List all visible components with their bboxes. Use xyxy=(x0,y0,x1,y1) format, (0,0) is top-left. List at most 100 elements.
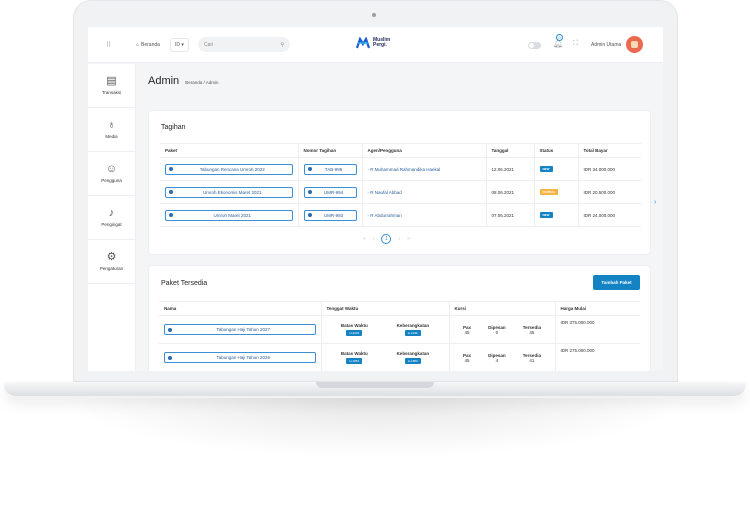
departure-cell: Keberangkatan H-1853 xyxy=(396,351,430,364)
paket-link[interactable]: Umroh Ekonomis Maret 2021 xyxy=(165,186,293,198)
invoice-link[interactable]: UMR-993 xyxy=(303,209,357,221)
avatar[interactable] xyxy=(626,36,643,53)
deadline-tag: H-1851 xyxy=(346,358,363,364)
col-header: Nama xyxy=(159,301,322,316)
notification-badge: 0 xyxy=(556,34,563,41)
paket-title: Paket Tersedia xyxy=(161,280,208,287)
page-last-button[interactable]: » xyxy=(407,236,410,242)
pax-value: 45 xyxy=(464,357,470,363)
theme-toggle[interactable] xyxy=(528,42,541,49)
sidebar-item-label: Media xyxy=(105,134,118,139)
paket-link[interactable]: Tabungan Rencana Umroh 2022 xyxy=(165,163,293,175)
receipt-icon: ▤ xyxy=(106,75,117,87)
invoice-link[interactable]: UMR-994 xyxy=(303,186,357,198)
deadline-cell: Batas Waktu H-2226 xyxy=(341,323,368,336)
grid-dots-icon[interactable]: ⠿ xyxy=(106,41,111,49)
status-badge: PARTIAL xyxy=(539,189,559,195)
pax-cell: Pax 45 xyxy=(463,353,471,363)
sidebar-item-pengaturan[interactable]: ⚙ Pengaturan xyxy=(88,240,135,284)
sidebar-item-label: Pengingat xyxy=(101,222,122,227)
home-link[interactable]: ⌂ Beranda xyxy=(136,42,160,48)
paket-link[interactable]: Umroh Maret 2021 xyxy=(165,209,293,221)
sidebar-item-transaksi[interactable]: ▤ Transaksi xyxy=(88,64,135,108)
breadcrumb[interactable]: Beranda / Admin xyxy=(185,80,218,85)
page-next-button[interactable]: › xyxy=(398,236,400,242)
deadline-cell: Batas Waktu H-1851 xyxy=(341,351,368,364)
invoice-number: TAB-995 xyxy=(324,166,343,172)
home-label: Beranda xyxy=(141,42,160,48)
paket-table: Nama Tenggat Waktu Kursi Harga Mulai Tab… xyxy=(159,301,640,371)
agent-link[interactable]: - R Muhammad Rahmandika Haekal xyxy=(368,167,441,172)
table-row: Tabungan Rencana Umroh 2022 TAB-995 - R … xyxy=(160,157,641,181)
table-header-row: Nama Tenggat Waktu Kursi Harga Mulai xyxy=(159,301,640,316)
laptop-shadow xyxy=(60,398,690,458)
table-row: Tabungan Haji Tahun 2027 Batas Waktu H-22… xyxy=(159,315,640,344)
info-dot-icon xyxy=(169,213,173,217)
logo[interactable]: Muslim Pergi. xyxy=(356,37,390,49)
info-dot-icon xyxy=(169,190,173,194)
language-select[interactable]: ID ▾ xyxy=(170,38,189,52)
paket-name: Tabungan Rencana Umroh 2022 xyxy=(199,166,265,172)
logo-text-line2: Pergi. xyxy=(373,42,387,48)
lang-label: ID xyxy=(175,42,180,48)
col-header: Nomor Tagihan xyxy=(298,143,363,158)
paket-link[interactable]: Tabungan Haji Tahun 2027 xyxy=(164,324,316,335)
paket-name: Umroh Maret 2021 xyxy=(213,212,252,218)
user-icon: ☺ xyxy=(105,163,118,175)
chevron-right-icon[interactable]: › xyxy=(654,199,656,206)
user-name: Admin Utama xyxy=(591,42,622,48)
sidebar-item-label: Pengguna xyxy=(101,178,122,183)
search-icon: ⚲ xyxy=(280,41,284,48)
page-prev-button[interactable]: ‹ xyxy=(373,236,375,242)
booked-value: 4 xyxy=(495,357,499,363)
price: IDR 275.000.000 xyxy=(560,348,595,353)
departure-label: Keberangkatan xyxy=(396,323,430,328)
invoice-link[interactable]: TAB-995 xyxy=(303,163,357,175)
laptop-mockup: ⠿ ⌂ Beranda ID ▾ Cari ⚲ Muslim Pergi. 🔔︎… xyxy=(0,0,750,515)
pax-value: 45 xyxy=(464,329,470,335)
logo-mark-icon xyxy=(356,37,370,49)
total-amount: IDR 24.000.000 xyxy=(583,212,616,218)
apps-icon[interactable]: ⛶ xyxy=(573,40,578,48)
available-cell: Tersedia 41 xyxy=(523,353,541,363)
col-header: Total Bayar xyxy=(578,143,641,158)
tagihan-title: Tagihan xyxy=(161,124,186,131)
paket-link[interactable]: Tabungan Haji Tahun 2026 xyxy=(164,352,316,363)
departure-tag: H-2236 xyxy=(404,330,421,336)
agent-link[interactable]: - R Abdurrahman xyxy=(368,213,402,218)
laptop-notch xyxy=(316,382,434,388)
booked-value: 0 xyxy=(495,329,499,335)
booked-cell: Dipesan 0 xyxy=(488,325,506,335)
search-placeholder: Cari xyxy=(204,41,214,48)
search-input[interactable]: Cari ⚲ xyxy=(198,37,290,52)
sidebar-item-pengingat[interactable]: ♪ Pengingat xyxy=(88,196,135,240)
info-dot-icon xyxy=(168,327,172,332)
departure-tag: H-1853 xyxy=(404,358,421,364)
total-amount: IDR 34.000.000 xyxy=(583,166,616,172)
col-header: Tenggat Waktu xyxy=(321,301,450,316)
available-cell: Tersedia 45 xyxy=(523,325,541,335)
table-row: Umroh Maret 2021 UMR-993 - R Abdurrahman… xyxy=(160,203,641,227)
departure-label: Keberangkatan xyxy=(396,351,430,356)
col-header: Paket xyxy=(160,143,299,158)
paket-name: Tabungan Haji Tahun 2026 xyxy=(216,355,270,360)
settings-icon: ⚙ xyxy=(106,251,117,263)
page-first-button[interactable]: « xyxy=(363,236,366,242)
available-value: 45 xyxy=(529,329,535,335)
table-header-row: Paket Nomor Tagihan Agen/Pengguna Tangga… xyxy=(160,143,641,158)
sidebar-item-media[interactable]: ♁ Media xyxy=(88,108,135,152)
col-header: Agen/Pengguna xyxy=(362,143,487,158)
agent-link[interactable]: - R Naufal Abbad xyxy=(368,190,402,195)
deadline-label: Batas Waktu xyxy=(340,351,368,356)
page-current-button[interactable]: 1 xyxy=(381,234,392,244)
info-dot-icon xyxy=(307,190,312,194)
table-row: Umroh Ekonomis Maret 2021 UMR-994 - R Na… xyxy=(160,180,641,204)
info-dot-icon xyxy=(307,213,312,217)
top-bar: ⠿ ⌂ Beranda ID ▾ Cari ⚲ Muslim Pergi. 🔔︎… xyxy=(88,27,663,63)
date: 07.06.2021 xyxy=(491,212,515,218)
add-package-button[interactable]: Tambah Paket xyxy=(593,275,640,290)
date: 12.06.2021 xyxy=(491,166,515,172)
sidebar-item-pengguna[interactable]: ☺ Pengguna xyxy=(88,152,135,196)
page-header: Admin Beranda / Admin xyxy=(148,75,218,87)
available-value: 41 xyxy=(529,357,535,363)
